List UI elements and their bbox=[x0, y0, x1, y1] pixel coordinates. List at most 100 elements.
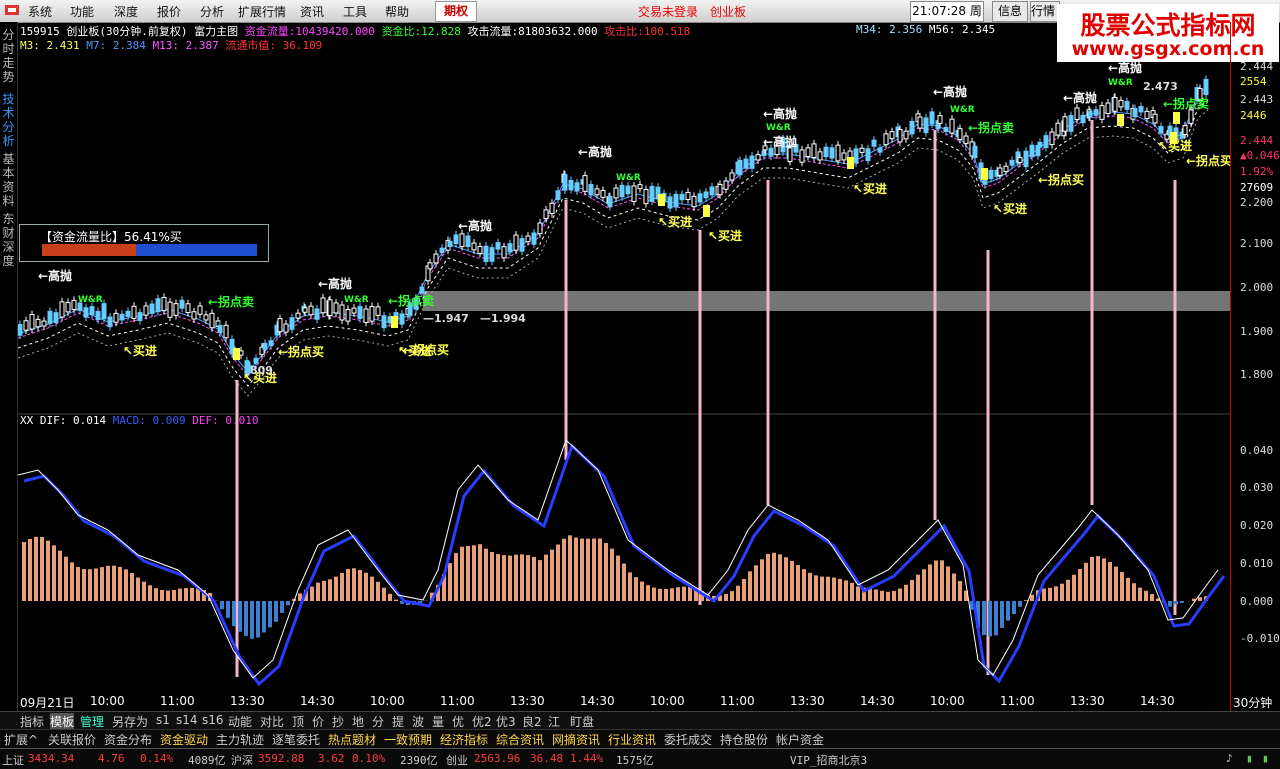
function-tab[interactable]: 资金分布 bbox=[104, 731, 152, 748]
macd-axis-label: 0.040 bbox=[1240, 444, 1273, 457]
function-tab[interactable]: 帐户资金 bbox=[776, 731, 824, 748]
function-tab[interactable]: 综合资讯 bbox=[496, 731, 544, 748]
high-throw-label: ←高抛 bbox=[578, 144, 612, 159]
info-button[interactable]: 信息 bbox=[992, 1, 1028, 22]
wr-label: W&R bbox=[766, 123, 791, 133]
function-tab[interactable]: 网摘资讯 bbox=[552, 731, 600, 748]
menu-quote[interactable]: 报价 bbox=[157, 3, 181, 20]
time-axis-label: 13:30 bbox=[510, 694, 545, 708]
indicator-tab[interactable]: 江 bbox=[548, 713, 560, 730]
candle-body bbox=[132, 306, 136, 318]
indicator-tab[interactable]: 分 bbox=[372, 713, 384, 730]
side-tab-technical[interactable]: 技术分析 bbox=[1, 92, 16, 148]
indicator-tab[interactable]: 价 bbox=[312, 713, 324, 730]
candle-body bbox=[180, 300, 184, 308]
function-tab[interactable]: 行业资讯 bbox=[608, 731, 656, 748]
price-chart[interactable]: ←高抛←高抛←高抛←高抛←高抛←高抛←高抛←高抛←高抛↖买进↖买进↖买进↖买进↖… bbox=[18, 50, 1230, 692]
macd-histogram-bar bbox=[1108, 562, 1112, 601]
indicator-tab[interactable]: 优 bbox=[452, 713, 464, 730]
menu-extended-market[interactable]: 扩展行情 bbox=[238, 3, 286, 20]
indicator-tab[interactable]: 波 bbox=[412, 713, 424, 730]
candle-body bbox=[254, 358, 258, 363]
menu-depth[interactable]: 深度 bbox=[114, 3, 138, 20]
indicator-tab[interactable]: s16 bbox=[202, 713, 224, 727]
indicator-tab[interactable]: 管理 bbox=[80, 713, 104, 730]
indicator-tab[interactable]: s14 bbox=[176, 713, 198, 727]
menu-help[interactable]: 帮助 bbox=[385, 3, 409, 20]
chinext-link[interactable]: 创业板 bbox=[710, 3, 746, 20]
macd-histogram-bar bbox=[184, 588, 188, 601]
macd-histogram-bar bbox=[658, 589, 662, 601]
side-tab-intraday[interactable]: 分时走势 bbox=[1, 28, 16, 84]
macd-histogram-bar bbox=[448, 563, 452, 601]
moving-average-lines bbox=[18, 86, 1208, 396]
function-tab[interactable]: 持仓股份 bbox=[720, 731, 768, 748]
candle-body bbox=[924, 118, 928, 133]
candle-body bbox=[958, 129, 962, 140]
macd-histogram-bar bbox=[886, 592, 890, 601]
indicator-tab[interactable]: 顶 bbox=[292, 713, 304, 730]
indicator-tab[interactable]: 抄 bbox=[332, 713, 344, 730]
candle-body bbox=[668, 197, 672, 208]
indicator-tab[interactable]: 盯盘 bbox=[570, 713, 594, 730]
macd-histogram-bar bbox=[316, 583, 320, 601]
side-tab-deep[interactable]: 东财深度 bbox=[1, 212, 16, 268]
menu-function[interactable]: 功能 bbox=[70, 3, 94, 20]
function-tab[interactable]: 主力轨迹 bbox=[216, 731, 264, 748]
macd-histogram-bar bbox=[1102, 558, 1106, 601]
function-tab[interactable]: 经济指标 bbox=[440, 731, 488, 748]
candle-body bbox=[478, 247, 482, 254]
trade-login-link[interactable]: 交易未登录 bbox=[638, 3, 698, 20]
macd-histogram-bar bbox=[1090, 557, 1094, 601]
status-cy-label: 创业 bbox=[446, 752, 468, 768]
time-axis-label: 11:00 bbox=[1000, 694, 1035, 708]
time-axis-label: 11:00 bbox=[720, 694, 755, 708]
period-label[interactable]: 30分钟 bbox=[1233, 694, 1272, 711]
function-tab[interactable]: 热点题材 bbox=[328, 731, 376, 748]
candle-body bbox=[144, 306, 148, 315]
candle-body bbox=[334, 303, 338, 313]
candle-body bbox=[830, 148, 834, 158]
indicator-tab[interactable]: 优3 bbox=[496, 713, 516, 730]
candle-body bbox=[718, 185, 722, 195]
function-tab[interactable]: 扩展^ bbox=[4, 731, 38, 748]
macd-histogram-bar bbox=[568, 535, 572, 601]
right-panel-v3: 2.444 bbox=[1240, 134, 1273, 147]
indicator-tab[interactable]: 模板 bbox=[50, 713, 74, 730]
macd-histogram-bar bbox=[340, 573, 344, 601]
indicator-tab[interactable]: 优2 bbox=[472, 713, 492, 730]
indicator-tab[interactable]: 地 bbox=[352, 713, 364, 730]
options-button[interactable]: 期权 bbox=[435, 1, 477, 22]
macd-histogram-bar bbox=[754, 565, 758, 601]
indicator-tab[interactable]: 另存为 bbox=[112, 713, 148, 730]
function-tab[interactable]: 一致预期 bbox=[384, 731, 432, 748]
candle-body bbox=[744, 159, 748, 168]
macd-histogram-bar bbox=[334, 577, 338, 601]
macd-histogram-bar bbox=[760, 559, 764, 601]
indicator-tab[interactable]: 提 bbox=[392, 713, 404, 730]
function-tab[interactable]: 委托成交 bbox=[664, 731, 712, 748]
candle-body bbox=[1119, 100, 1123, 106]
indicator-tab[interactable]: 动能 bbox=[228, 713, 252, 730]
app-logo-icon bbox=[4, 3, 20, 20]
function-tab[interactable]: 资金驱动 bbox=[160, 731, 208, 748]
menu-news[interactable]: 资讯 bbox=[300, 3, 324, 20]
candle-body bbox=[263, 343, 267, 349]
indicator-tab[interactable]: 良2 bbox=[522, 713, 542, 730]
quote-button[interactable]: 行情 bbox=[1030, 1, 1060, 22]
speaker-icon[interactable]: ♪ bbox=[1226, 752, 1233, 765]
macd-histogram-bar bbox=[526, 555, 530, 601]
menu-analysis[interactable]: 分析 bbox=[200, 3, 224, 20]
side-tab-fundamentals[interactable]: 基本资料 bbox=[1, 152, 16, 208]
macd-histogram-bar bbox=[592, 538, 596, 601]
indicator-tab[interactable]: 指标 bbox=[20, 713, 44, 730]
function-tab[interactable]: 逐笔委托 bbox=[272, 731, 320, 748]
menu-tools[interactable]: 工具 bbox=[343, 3, 367, 20]
indicator-tab[interactable]: 对比 bbox=[260, 713, 284, 730]
indicator-tab[interactable]: 量 bbox=[432, 713, 444, 730]
function-tab[interactable]: 关联报价 bbox=[48, 731, 96, 748]
indicator-tab[interactable]: s1 bbox=[156, 713, 170, 727]
menu-system[interactable]: 系统 bbox=[28, 3, 52, 20]
macd-histogram-bar bbox=[190, 588, 194, 601]
candle-body bbox=[1056, 123, 1060, 135]
